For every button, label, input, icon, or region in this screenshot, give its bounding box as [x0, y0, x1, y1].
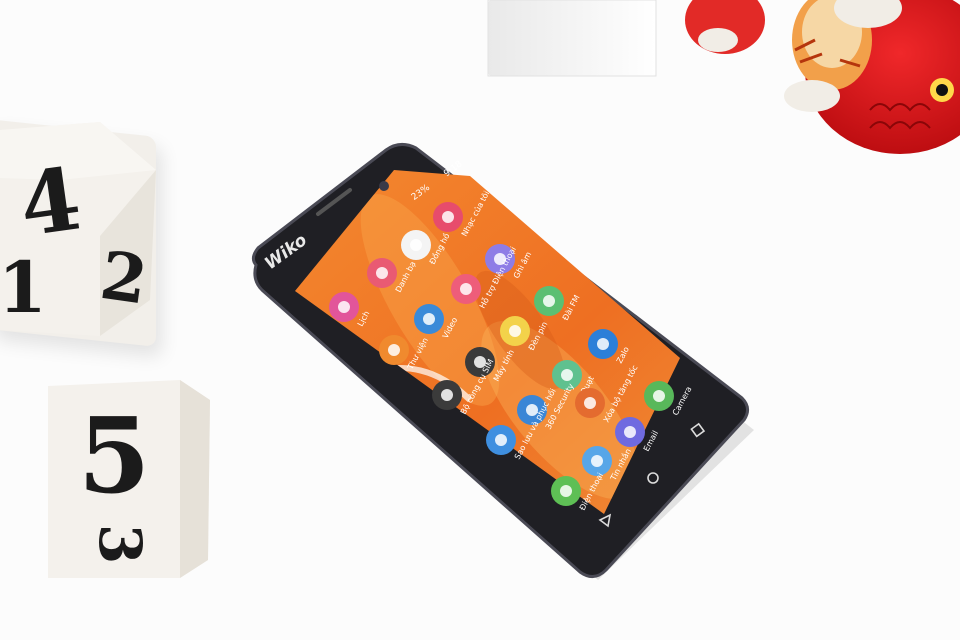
- refresh-icon-glyph: [495, 434, 507, 446]
- sim-icon-glyph: [441, 389, 453, 401]
- front-camera: [379, 181, 389, 191]
- clock-icon-glyph: [410, 239, 422, 251]
- headphones-icon-glyph: [442, 211, 454, 223]
- photo-scene: 4 2 1 5 3 23% 9:18 Wiko Nhạc của tôi Đồn…: [0, 0, 960, 640]
- smartphone: 23% 9:18 Wiko Nhạc của tôiĐồng hồDanh bạ…: [251, 143, 754, 580]
- zalo-icon-glyph: [597, 338, 609, 350]
- fan-icon-glyph: [561, 369, 573, 381]
- phone-icon-glyph: [560, 485, 572, 497]
- calendar-icon-glyph: [338, 301, 350, 313]
- wiko-icon-glyph: [460, 283, 472, 295]
- radio-icon-glyph: [543, 295, 555, 307]
- email-icon-glyph: [624, 426, 636, 438]
- video-icon-glyph: [423, 313, 435, 325]
- gallery-icon-glyph: [388, 344, 400, 356]
- flashlight-icon-glyph: [509, 325, 521, 337]
- cleaner-icon-glyph: [584, 397, 596, 409]
- messages-icon-glyph: [591, 455, 603, 467]
- camera-icon-glyph: [653, 390, 665, 402]
- contacts-icon-glyph: [376, 267, 388, 279]
